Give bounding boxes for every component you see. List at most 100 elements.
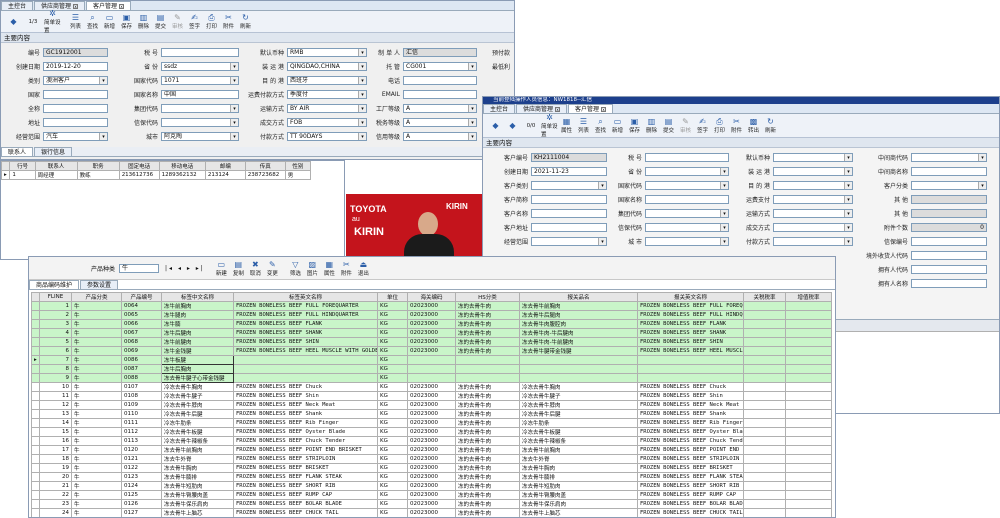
table-cell[interactable]: KG (377, 301, 408, 311)
table-cell[interactable] (785, 310, 832, 320)
table-cell[interactable]: 冻去骨牛上脑芯 (161, 508, 234, 517)
table-cell[interactable]: 0126 (121, 499, 162, 509)
list-button[interactable]: ☰ 列表 (575, 117, 592, 134)
table-cell[interactable] (785, 382, 832, 392)
table-cell[interactable]: 冻的去骨牛肉 (455, 445, 520, 455)
table-row[interactable]: 20 牛 0123 冻去骨牛腩排 FROZEN BONELESS BEEF FLANK … (31, 472, 832, 482)
table-cell[interactable]: 13 (39, 409, 72, 419)
table-cell[interactable] (785, 319, 832, 329)
properties-button[interactable]: ▦ 属性 (558, 117, 575, 134)
table-cell[interactable]: 0110 (121, 409, 162, 419)
deal-field[interactable] (773, 222, 853, 232)
row-selector[interactable] (31, 346, 40, 356)
table-row[interactable]: 2 牛 0065 冻牛腿肉 FROZEN BONELESS BEEF FULL HIND… (31, 310, 832, 320)
submit-button[interactable]: ▤ 提交 (152, 13, 169, 30)
tax-field[interactable] (645, 152, 729, 162)
tab-customer[interactable]: 客户管理 x (86, 1, 132, 10)
table-row[interactable]: 16 牛 0113 冷冻去骨牛辣椒条 FROZEN BONELESS BEEF Chuc… (31, 436, 832, 446)
save-button[interactable]: ▣ 保存 (626, 117, 643, 134)
table-cell[interactable]: 冻去牛外脊 (161, 454, 234, 464)
table-cell[interactable]: KG (377, 508, 408, 517)
table-cell[interactable]: 牛 (71, 346, 122, 356)
table-cell[interactable]: 冻去骨牛臀腰肉盖 (161, 490, 234, 500)
table-cell[interactable]: 牛 (71, 463, 122, 473)
table-cell[interactable]: 0127 (121, 508, 162, 517)
city-field[interactable] (645, 236, 729, 246)
table-row[interactable]: 24 牛 0127 冻去骨牛上脑芯 FROZEN BONELESS BEEF CHUCK… (31, 508, 832, 517)
table-cell[interactable]: FROZEN BONELESS BEEF FULL HINDQUARTER (233, 310, 378, 320)
agent-name-field[interactable] (911, 166, 987, 176)
table-cell[interactable] (785, 391, 832, 401)
other-field[interactable] (911, 194, 987, 204)
date-field[interactable]: 2021-11-23 (531, 166, 607, 176)
table-cell[interactable] (785, 427, 832, 437)
new-button[interactable]: ▭ 新增 (609, 117, 626, 134)
table-cell[interactable]: 0108 (121, 391, 162, 401)
table-cell[interactable]: KG (377, 454, 408, 464)
row-selector[interactable] (31, 382, 40, 392)
table-cell[interactable]: 0064 (121, 301, 162, 311)
tab-bank[interactable]: 银行信息 (34, 147, 73, 156)
tab-console[interactable]: 主控台 (1, 1, 34, 10)
table-cell[interactable]: 02023000 (407, 409, 456, 419)
table-cell[interactable]: KG (377, 418, 408, 428)
table-cell[interactable] (785, 508, 832, 517)
table-cell[interactable]: 冷冻去骨牛胸肉 (519, 382, 638, 392)
table-cell[interactable]: 牛 (71, 337, 122, 347)
table-cell[interactable] (407, 364, 456, 374)
table-row[interactable]: 9 牛 0088 冻去骨牛腱子心带金钱腱 KG (31, 373, 832, 383)
table-cell[interactable]: 冷冻去骨牛板腱 (161, 427, 234, 437)
date-field[interactable]: 2019-12-20 (43, 61, 108, 71)
table-cell[interactable]: 冻的去骨牛肉 (455, 499, 520, 509)
other-field[interactable] (911, 208, 987, 218)
table-cell[interactable]: 牛 (71, 373, 122, 383)
table-cell[interactable] (743, 427, 786, 437)
table-cell[interactable]: 牛 (71, 382, 122, 392)
table-cell[interactable]: FROZEN BONELESS BEEF STRIPLOIN (637, 454, 744, 464)
table-cell[interactable]: KG (377, 364, 408, 374)
save-button[interactable]: ▣ 保存 (118, 13, 135, 30)
load-port-field[interactable]: QINGDAO,CHINA (287, 61, 367, 71)
table-cell[interactable]: 0109 (121, 400, 162, 410)
row-selector[interactable] (31, 328, 40, 338)
tab-supplier[interactable]: 供应商管理 x (516, 104, 568, 113)
table-cell[interactable]: 02023000 (407, 472, 456, 482)
table-cell[interactable]: 02023000 (407, 445, 456, 455)
table-cell[interactable] (519, 355, 638, 365)
load-port-field[interactable] (773, 166, 853, 176)
row-selector[interactable] (31, 454, 40, 464)
table-cell[interactable]: 02023000 (407, 301, 456, 311)
name-field[interactable] (531, 208, 607, 218)
table-cell[interactable]: KG (377, 436, 408, 446)
table-cell[interactable]: 牛 (71, 301, 122, 311)
table-cell[interactable]: 冻的去骨牛肉 (455, 346, 520, 356)
owner-code-field[interactable] (911, 264, 987, 274)
table-cell[interactable]: 冻去骨牛臀腰肉盖 (519, 490, 638, 500)
table-cell[interactable]: 冻去骨牛胸肉 (161, 463, 234, 473)
address-field[interactable] (43, 117, 108, 127)
table-cell[interactable]: 02023000 (407, 490, 456, 500)
table-cell[interactable]: 0069 (121, 346, 162, 356)
table-cell[interactable] (785, 364, 832, 374)
table-cell[interactable] (407, 373, 456, 383)
attachment-button[interactable]: ✂ 附件 (220, 13, 237, 30)
table-cell[interactable]: FROZEN BONELESS BEEF SHANK (233, 328, 378, 338)
table-cell[interactable] (743, 499, 786, 509)
submit-button[interactable]: ▤ 提交 (660, 117, 677, 134)
table-cell[interactable] (785, 418, 832, 428)
row-selector[interactable] (31, 436, 40, 446)
table-cell[interactable]: 21 (39, 481, 72, 491)
table-cell[interactable]: FROZEN BONELESS BEEF POINT END BRISKET (233, 445, 378, 455)
table-cell[interactable]: 冻牛前胸肉 (161, 301, 234, 311)
refresh-button[interactable]: ↻ 刷新 (762, 117, 779, 134)
table-cell[interactable]: 冷冻去骨牛胸肉 (161, 382, 234, 392)
table-cell[interactable]: 冻去骨牛保乐肩肉 (161, 499, 234, 509)
table-cell[interactable] (785, 328, 832, 338)
table-cell[interactable]: 冻去骨牛上脑芯 (519, 508, 638, 517)
agent-code-field[interactable] (911, 152, 987, 162)
table-row[interactable]: 22 牛 0125 冻去骨牛臀腰肉盖 FROZEN BONELESS BEEF RUMP… (31, 490, 832, 500)
maker-field[interactable]: 汇信 (403, 47, 477, 57)
table-cell[interactable]: 14 (39, 418, 72, 428)
credit-code-field[interactable] (645, 222, 729, 232)
table-cell[interactable] (743, 328, 786, 338)
